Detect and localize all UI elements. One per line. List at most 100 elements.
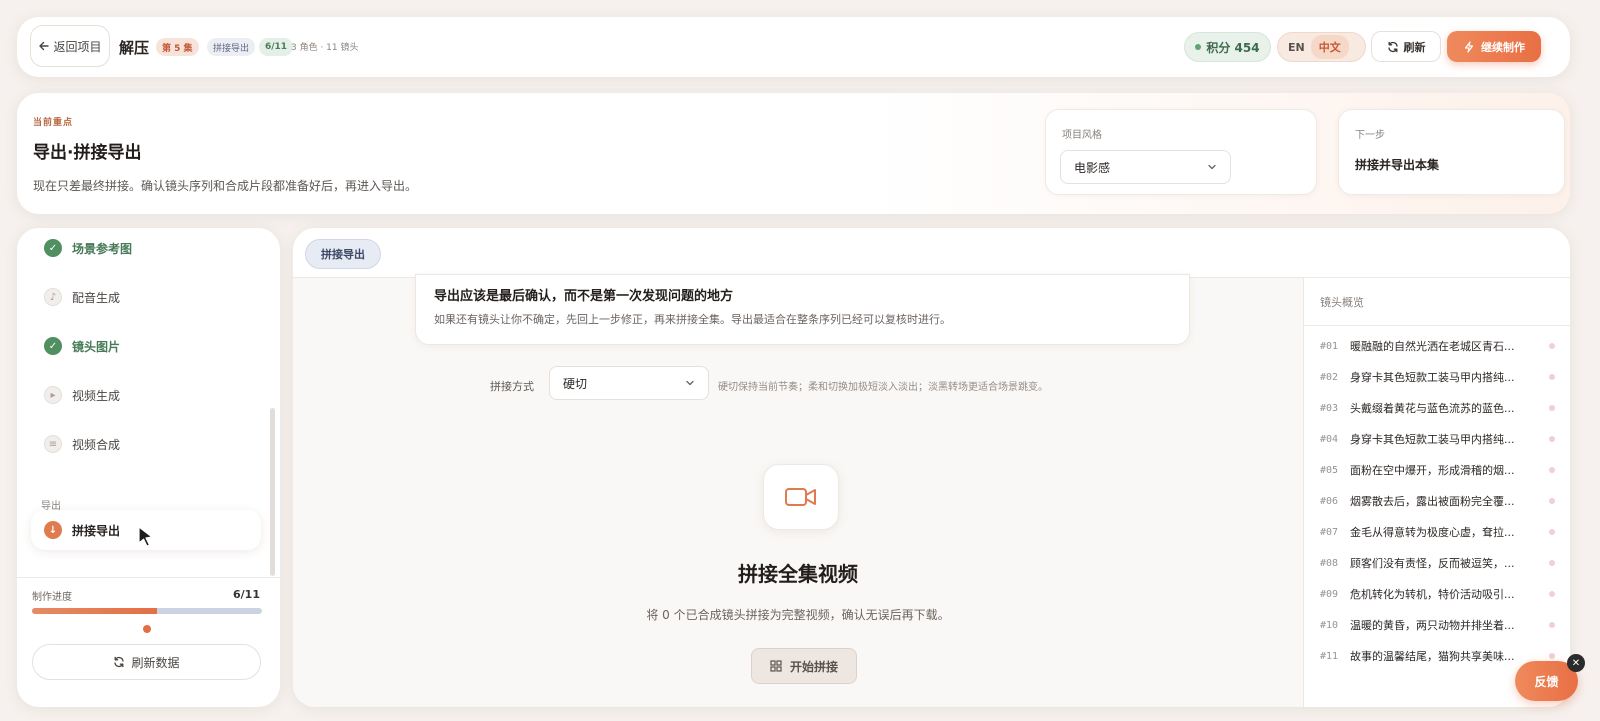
divider [17,577,280,578]
sidebar-item-video-composite[interactable]: ≡ 视频合成 [31,424,261,464]
sidebar-item-label: 视频生成 [72,388,121,403]
video-camera-icon [763,464,839,530]
back-label: 返回项目 [53,39,102,54]
shot-list-item[interactable]: #01 暖融融的自然光洒在老城区青石... [1320,336,1555,356]
progress-badge: 6/11 [259,38,294,56]
sidebar-scrollbar[interactable] [270,408,275,576]
status-dot-icon [1549,591,1555,597]
shot-description: 温暖的黄昏，两只动物并排坐着... [1350,619,1515,632]
shot-number: #05 [1320,464,1339,476]
sidebar-item-voice[interactable]: ♪ 配音生成 [31,277,261,317]
stitch-mode-select[interactable]: 硬切 [549,366,709,400]
production-progress-bar [32,608,262,614]
shot-list-item[interactable]: #02 身穿卡其色短款工装马甲内搭纯... [1320,367,1555,387]
start-stitch-button[interactable]: 开始拼接 [751,648,857,684]
download-icon: ↓ [44,521,62,539]
shot-list-item[interactable]: #03 头戴缀着黄花与蓝色流苏的蓝色... [1320,398,1555,418]
focus-title: 导出·拼接导出 [33,143,142,163]
progress-indicator-dot [143,625,151,633]
shot-list-item[interactable]: #09 危机转化为转机，特价活动吸引... [1320,584,1555,604]
microphone-icon: ♪ [44,288,62,306]
shot-number: #06 [1320,495,1339,507]
refresh-button[interactable]: 刷新 [1371,31,1441,62]
shot-list-item[interactable]: #11 故事的温馨结尾，猫狗共享美味... [1320,646,1555,666]
stitch-mode-value: 硬切 [563,376,588,391]
layers-icon: ≡ [44,435,62,453]
tab-stitch-export[interactable]: 拼接导出 [305,239,381,269]
lightning-icon [1464,40,1474,53]
shot-number: #01 [1320,340,1339,352]
shot-list-item[interactable]: #04 身穿卡其色短款工装马甲内搭纯... [1320,429,1555,449]
chevron-down-icon [686,380,694,386]
sidebar-item-label: 视频合成 [72,437,121,452]
lang-en-option[interactable]: EN [1288,41,1305,54]
project-style-card: 项目风格 电影感 [1045,109,1317,195]
refresh-label: 刷新 [1403,40,1426,54]
continue-label: 继续制作 [1481,40,1525,54]
points-label: 积分 454 [1206,40,1260,55]
shot-number: #09 [1320,588,1339,600]
status-dot-icon [1549,436,1555,442]
shot-list-item[interactable]: #06 烟雾散去后，露出被面粉完全覆... [1320,491,1555,511]
chevron-down-icon [1208,164,1216,170]
refresh-icon [1387,41,1398,52]
shot-list-item[interactable]: #05 面粉在空中爆开，形成滑稽的烟... [1320,460,1555,480]
continue-production-button[interactable]: 继续制作 [1447,31,1541,62]
production-progress-label: 制作进度 [32,592,72,603]
project-style-value: 电影感 [1074,160,1111,175]
next-step-card: 下一步 拼接并导出本集 [1338,109,1565,195]
shot-list-item[interactable]: #10 温暖的黄昏，两只动物并排坐着... [1320,615,1555,635]
points-badge: 积分 454 [1184,32,1271,62]
status-dot-icon [1549,467,1555,473]
current-focus-card: 当前重点 导出·拼接导出 现在只差最终拼接。确认镜头序列和合成片段都准备好后，再… [17,93,1570,214]
status-dot-icon [1549,498,1555,504]
stitch-mode-hint: 硬切保持当前节奏；柔和切换加极短淡入淡出；淡黑转场更适合场景跳变。 [718,382,1048,393]
mouse-cursor-icon [138,526,153,547]
sidebar-item-scene-reference[interactable]: ✓ 场景参考图 [31,228,261,268]
next-step-label: 下一步 [1355,130,1385,141]
project-meta: 3 角色 · 11 镜头 [291,43,359,53]
main-panel: 拼接导出 导出应该是最后确认，而不是第一次发现问题的地方 如果还有镜头让你不确定… [293,228,1570,707]
grid-icon [770,660,782,672]
check-icon: ✓ [44,337,62,355]
shot-description: 危机转化为转机，特价活动吸引... [1350,588,1515,601]
shot-number: #03 [1320,402,1339,414]
sidebar-item-shot-images[interactable]: ✓ 镜头图片 [31,326,261,366]
shot-overview-title: 镜头概览 [1320,296,1364,309]
focus-label: 当前重点 [33,118,74,128]
sidebar-item-label: 场景参考图 [72,241,133,256]
refresh-data-button[interactable]: 刷新数据 [32,644,261,680]
status-dot-icon [1195,44,1202,50]
episode-badge: 第 5 集 [156,38,199,56]
shot-list-item[interactable]: #07 金毛从得意转为极度心虚，耷拉... [1320,522,1555,542]
shot-list-item[interactable]: #08 顾客们没有责怪，反而被逗笑，... [1320,553,1555,573]
back-to-project-button[interactable]: 返回项目 [30,25,110,67]
status-dot-icon [1549,622,1555,628]
shot-number: #07 [1320,526,1339,538]
stitch-mode-label: 拼接方式 [490,380,534,393]
shot-description: 故事的温馨结尾，猫狗共享美味... [1350,650,1515,663]
status-dot-icon [1549,529,1555,535]
close-icon[interactable]: ✕ [1567,654,1585,672]
shot-description: 暖融融的自然光洒在老城区青石... [1350,340,1515,353]
language-switch: EN 中文 [1277,32,1366,62]
divider [1304,325,1570,326]
shot-description: 头戴缀着黄花与蓝色流苏的蓝色... [1350,402,1515,415]
top-bar: 返回项目 解压 第 5 集 拼接导出 6/11 3 角色 · 11 镜头 积分 … [17,17,1570,77]
empty-state-description: 将 0 个已合成镜头拼接为完整视频，确认无误后再下载。 [646,608,950,622]
check-icon: ✓ [44,239,62,257]
project-style-label: 项目风格 [1062,130,1102,141]
refresh-data-label: 刷新数据 [131,655,180,670]
shot-overview-panel: 镜头概览 #01 暖融融的自然光洒在老城区青石... #02 身穿卡其色短款工装马甲… [1303,278,1570,707]
shot-description: 烟雾散去后，露出被面粉完全覆... [1350,495,1515,508]
status-dot-icon [1549,653,1555,659]
main-header: 拼接导出 [293,228,1570,278]
shot-description: 身穿卡其色短款工装马甲内搭纯... [1350,371,1515,384]
sidebar-item-video-generation[interactable]: ▸ 视频生成 [31,375,261,415]
lang-zh-option[interactable]: 中文 [1310,35,1349,59]
arrow-left-icon [39,41,50,51]
refresh-icon [114,656,125,668]
start-stitch-label: 开始拼接 [789,659,838,674]
project-style-select[interactable]: 电影感 [1060,150,1231,184]
status-dot-icon [1549,374,1555,380]
